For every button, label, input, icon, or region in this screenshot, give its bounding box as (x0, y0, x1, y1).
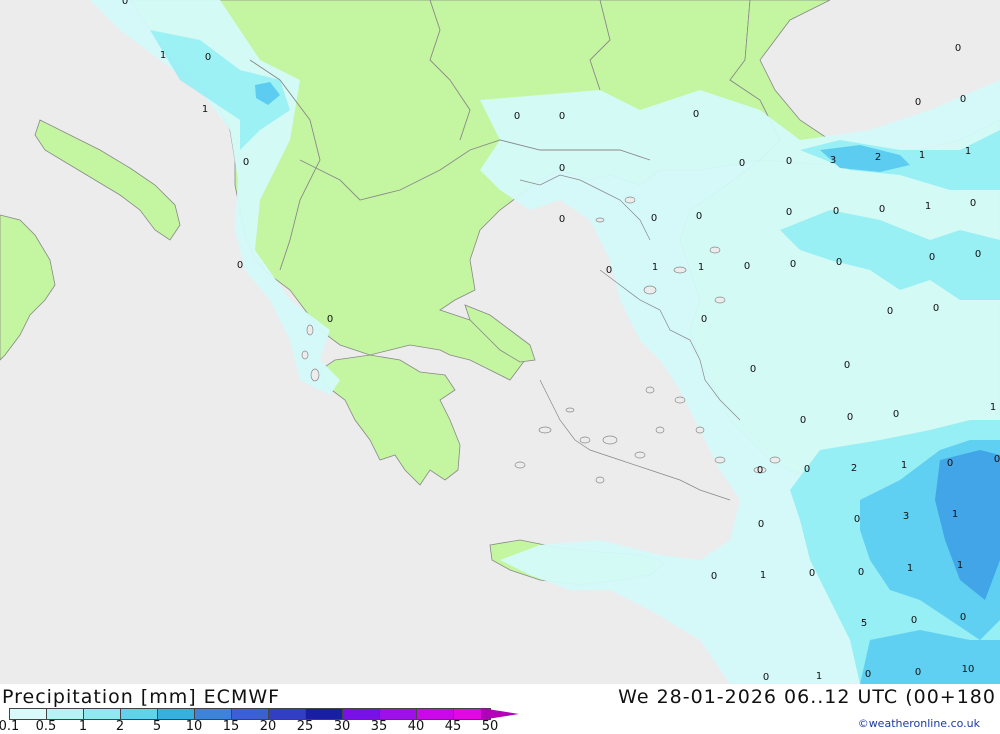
precip-value-label: 0 (559, 163, 565, 174)
precip-value-label: 2 (851, 463, 857, 474)
precip-value-label: 0 (122, 0, 128, 7)
precipitation-map: 0101000000000032110000000100011000000000… (0, 0, 1000, 684)
legend-tick-label: 35 (370, 719, 388, 734)
precip-value-label: 3 (830, 155, 836, 166)
legend-tick-label: 0.1 (0, 719, 20, 734)
legend-tick-label: 50 (481, 719, 499, 734)
precip-value-label: 1 (901, 460, 907, 471)
precip-value-label: 1 (990, 402, 996, 413)
legend-tick-label: 25 (296, 719, 314, 734)
precip-value-label: 0 (933, 303, 939, 314)
precip-value-label: 0 (915, 97, 921, 108)
precip-value-label: 1 (965, 146, 971, 157)
precip-value-label: 0 (701, 314, 707, 325)
precip-value-label: 0 (651, 213, 657, 224)
precip-value-label: 0 (975, 249, 981, 260)
legend-tick-label: 5 (152, 719, 162, 734)
precip-value-label: 0 (327, 314, 333, 325)
credit-link[interactable]: ©weatheronline.co.uk (858, 717, 980, 730)
precip-value-label: 1 (816, 671, 822, 682)
precip-value-label: 0 (858, 567, 864, 578)
precip-value-label: 10 (962, 664, 975, 675)
legend-tick-label: 40 (407, 719, 425, 734)
precip-value-label: 0 (844, 360, 850, 371)
precip-value-label: 0 (514, 111, 520, 122)
precip-value-label: 3 (903, 511, 909, 522)
legend-tick-label: 20 (259, 719, 277, 734)
precip-value-label: 0 (994, 454, 1000, 465)
precip-value-label: 0 (696, 211, 702, 222)
precip-value-label: 1 (652, 262, 658, 273)
legend-tick-label: 0.5 (35, 719, 57, 734)
precip-value-label: 0 (237, 260, 243, 271)
precip-value-label: 2 (875, 152, 881, 163)
precip-value-label: 0 (960, 94, 966, 105)
precip-value-label: 1 (919, 150, 925, 161)
precip-value-label: 0 (911, 615, 917, 626)
precip-value-label: 0 (833, 206, 839, 217)
legend-tick-label: 1 (78, 719, 88, 734)
precip-value-label: 0 (693, 109, 699, 120)
valid-time: We 28-01-2026 06..12 UTC (00+180 (618, 686, 996, 708)
precip-value-label: 0 (960, 612, 966, 623)
precip-value-label: 0 (929, 252, 935, 263)
precip-value-label: 0 (243, 157, 249, 168)
precip-value-label: 1 (160, 50, 166, 61)
legend-tick-label: 10 (185, 719, 203, 734)
precip-value-label: 0 (915, 667, 921, 678)
precip-value-label: 0 (836, 257, 842, 268)
precip-value-label: 0 (879, 204, 885, 215)
precip-value-label: 0 (763, 672, 769, 683)
precip-value-label: 0 (758, 519, 764, 530)
legend-tick-label: 30 (333, 719, 351, 734)
precip-value-label: 0 (887, 306, 893, 317)
precip-value-label: 0 (711, 571, 717, 582)
map-title: Precipitation [mm] ECMWF (2, 686, 281, 708)
precip-value-label: 1 (760, 570, 766, 581)
precip-value-label: 0 (865, 669, 871, 680)
precip-value-label: 0 (955, 43, 961, 54)
precip-value-label: 0 (750, 364, 756, 375)
precip-value-label: 0 (847, 412, 853, 423)
precip-value-label: 0 (790, 259, 796, 270)
precip-value-label: 0 (970, 198, 976, 209)
precip-value-label: 0 (893, 409, 899, 420)
legend-tick-label: 2 (115, 719, 125, 734)
precip-value-label: 1 (698, 262, 704, 273)
precip-value-label: 0 (809, 568, 815, 579)
precip-value-label: 0 (800, 415, 806, 426)
precip-value-label: 0 (804, 464, 810, 475)
precip-value-label: 0 (739, 158, 745, 169)
precip-value-label: 1 (202, 104, 208, 115)
precip-value-label: 0 (744, 261, 750, 272)
legend-tick-label: 45 (444, 719, 462, 734)
precip-value-label: 0 (947, 458, 953, 469)
precip-value-label: 0 (854, 514, 860, 525)
precip-value-label: 5 (861, 618, 867, 629)
precip-value-label: 0 (559, 214, 565, 225)
precip-value-label: 1 (907, 563, 913, 574)
precip-value-label: 1 (952, 509, 958, 520)
legend-tick-label: 15 (222, 719, 240, 734)
precip-value-label: 0 (606, 265, 612, 276)
precip-value-label: 1 (925, 201, 931, 212)
precip-value-label: 0 (786, 156, 792, 167)
legend-tick-labels: 0.1 0.5 1 2 5 10 15 20 25 30 35 40 45 50 (0, 719, 520, 734)
precip-value-label: 0 (757, 465, 763, 476)
precip-value-label: 1 (957, 560, 963, 571)
precip-value-label: 0 (205, 52, 211, 63)
precip-value-label: 0 (786, 207, 792, 218)
map-footer: Precipitation [mm] ECMWF We 28-01-2026 0… (0, 684, 1000, 734)
precip-value-label: 0 (559, 111, 565, 122)
